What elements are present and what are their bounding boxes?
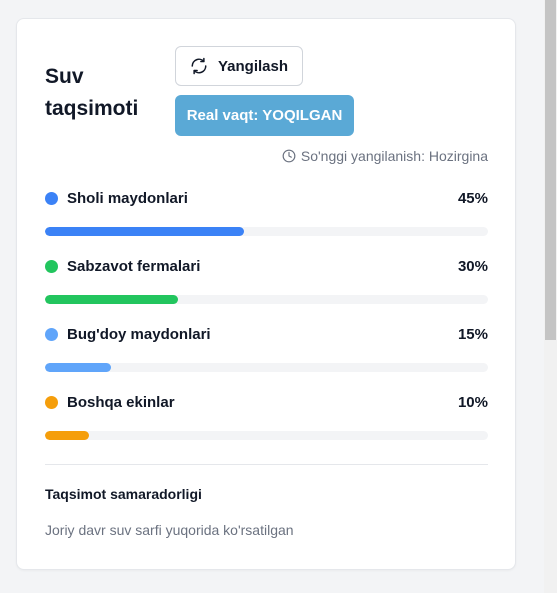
realtime-button-label: Real vaqt: YOQILGAN <box>186 107 343 124</box>
progress-track <box>45 295 488 304</box>
efficiency-description: Joriy davr suv sarfi yuqorida ko'rsatilg… <box>45 522 294 538</box>
progress-track <box>45 227 488 236</box>
progress-fill <box>45 363 112 372</box>
distribution-item: Boshqa ekinlar 10% <box>45 391 488 459</box>
progress-track <box>45 431 488 440</box>
distribution-label: Sholi maydonlari <box>67 189 188 207</box>
distribution-label: Boshqa ekinlar <box>67 393 175 411</box>
legend-dot <box>45 327 58 341</box>
scrollbar-thumb[interactable] <box>545 0 556 340</box>
water-distribution-card: Suv taqsimoti Yangilash Real vaqt: YOQIL… <box>16 18 516 570</box>
refresh-button-label: Yangilash <box>217 57 289 75</box>
legend-dot <box>45 191 58 205</box>
legend-dot <box>45 259 58 273</box>
progress-fill <box>45 295 178 304</box>
distribution-list: Sholi maydonlari 45% Sabzavot fermalari … <box>45 187 488 459</box>
legend-dot <box>45 395 58 409</box>
progress-fill <box>45 227 245 236</box>
divider <box>45 464 488 465</box>
distribution-percent: 15% <box>457 325 488 343</box>
distribution-percent: 10% <box>457 393 488 411</box>
distribution-item: Sabzavot fermalari 30% <box>45 255 488 323</box>
scrollbar[interactable] <box>544 0 557 593</box>
distribution-percent: 30% <box>457 257 488 275</box>
last-updated: So'nggi yangilanish: Hozirgina <box>282 148 488 164</box>
card-title: Suv taqsimoti <box>45 65 139 120</box>
distribution-item: Bug'doy maydonlari 15% <box>45 323 488 391</box>
progress-track <box>45 363 488 372</box>
realtime-toggle-button[interactable]: Real vaqt: YOQILGAN <box>175 95 354 136</box>
last-updated-text: So'nggi yangilanish: Hozirgina <box>300 148 488 164</box>
progress-fill <box>45 431 90 440</box>
clock-icon <box>282 149 296 163</box>
efficiency-title: Taqsimot samaradorligi <box>45 486 202 502</box>
distribution-percent: 45% <box>457 189 488 207</box>
distribution-label: Sabzavot fermalari <box>67 257 201 275</box>
distribution-label: Bug'doy maydonlari <box>67 325 211 343</box>
refresh-icon <box>191 57 207 75</box>
distribution-item: Sholi maydonlari 45% <box>45 187 488 255</box>
refresh-button[interactable]: Yangilash <box>175 46 303 86</box>
